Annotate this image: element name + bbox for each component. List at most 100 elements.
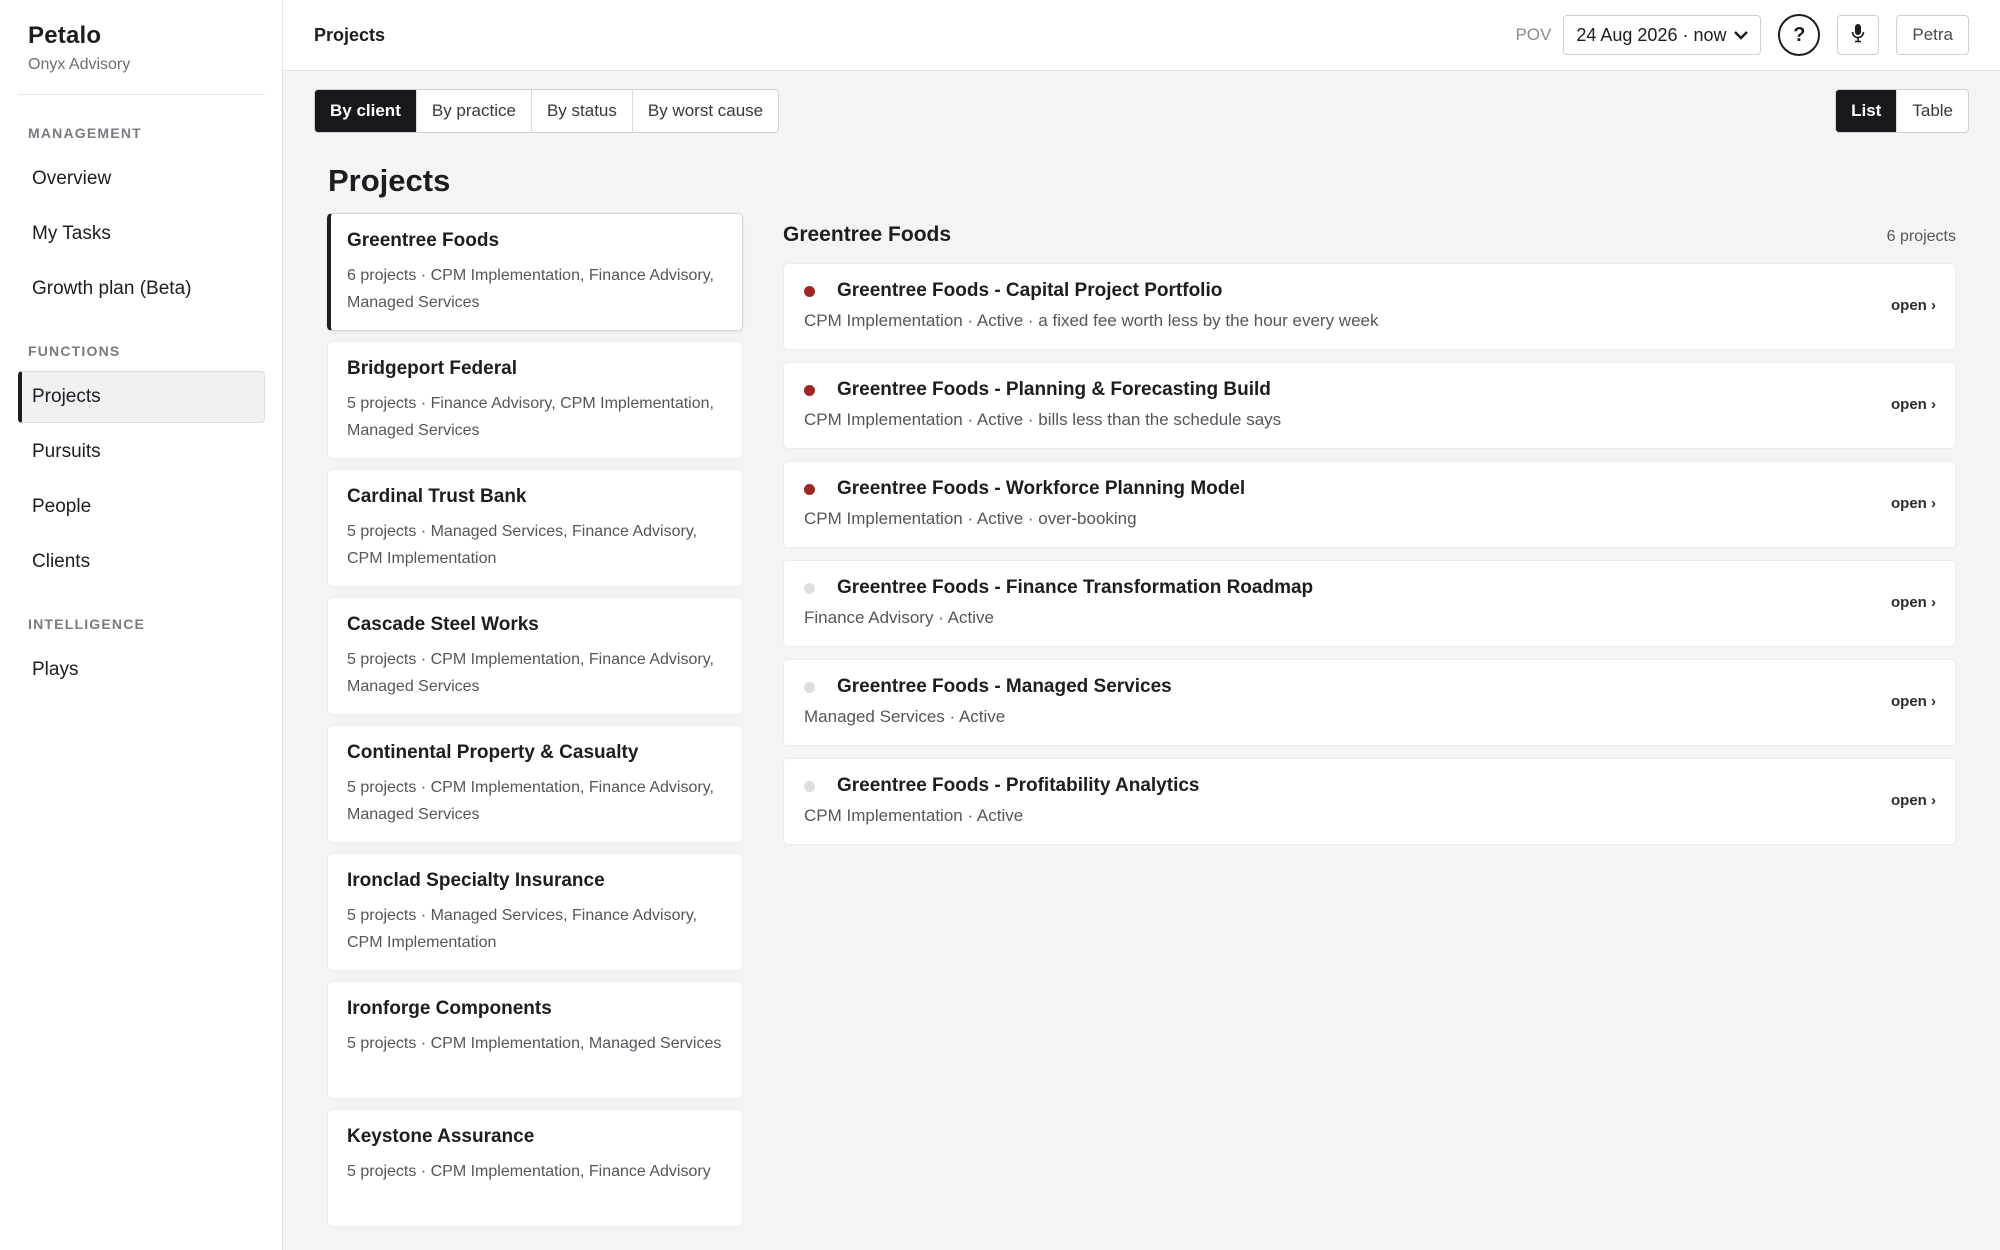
nav-section-title: FUNCTIONS <box>28 343 121 359</box>
project-title-row: Greentree Foods - Capital Project Portfo… <box>804 280 1935 302</box>
tab-by-worst-cause[interactable]: By worst cause <box>631 90 778 132</box>
sidebar-item-projects[interactable]: Projects <box>18 371 265 423</box>
status-dot-icon <box>804 780 815 792</box>
client-meta: 5 projects · Managed Services, Finance A… <box>347 523 698 567</box>
toolbar: By client By practice By status By worst ca… <box>314 89 1969 133</box>
open-link[interactable]: open › <box>1891 693 1936 710</box>
sidebar-nav: MANAGEMENT Overview My Tasks Growth plan (B… <box>18 125 282 696</box>
brand-org: Onyx Advisory <box>28 56 131 73</box>
project-title-row: Greentree Foods - Profitability Analytic… <box>804 775 1935 797</box>
open-link[interactable]: open › <box>1891 594 1936 611</box>
sidebar-item-overview[interactable]: Overview <box>18 153 265 205</box>
client-meta: 5 projects · CPM Implementation, Managed… <box>347 1035 722 1052</box>
client-card[interactable]: Greentree Foods 6 projects · CPM Implemen… <box>327 213 743 331</box>
open-link[interactable]: open › <box>1891 495 1936 512</box>
tab-by-practice[interactable]: By practice <box>415 90 531 132</box>
page-breadcrumb: Projects <box>314 24 386 45</box>
view-tab-list[interactable]: List <box>1836 90 1897 132</box>
project-name: Greentree Foods - Planning & Forecasting… <box>837 379 1271 400</box>
client-meta: 5 projects · CPM Implementation, Finance… <box>347 651 714 695</box>
tab-by-status[interactable]: By status <box>530 90 632 132</box>
project-title-row: Greentree Foods - Managed Services <box>804 676 1935 698</box>
status-dot-icon <box>804 285 815 297</box>
client-name: Greentree Foods <box>347 230 500 251</box>
client-meta: 5 projects · CPM Implementation, Finance… <box>347 1163 711 1180</box>
client-name: Continental Property & Casualty <box>347 742 639 763</box>
project-meta: Managed Services · Active <box>804 707 1006 726</box>
topbar-controls: POV 24 Aug 2026 · now ? Petra <box>1515 14 1969 56</box>
project-row[interactable]: Greentree Foods - Capital Project Portfo… <box>783 263 1956 350</box>
project-row[interactable]: Greentree Foods - Managed Services Manage… <box>783 659 1956 746</box>
pov-label: POV <box>1515 25 1552 44</box>
app-shell: Petalo Onyx Advisory MANAGEMENT Overview M… <box>0 0 2000 1250</box>
nav-section-title: MANAGEMENT <box>28 125 142 141</box>
client-name: Cascade Steel Works <box>347 614 539 635</box>
client-card[interactable]: Continental Property & Casualty 5 project… <box>327 725 743 843</box>
project-meta: Finance Advisory · Active <box>804 608 994 627</box>
detail-title: Greentree Foods <box>783 223 952 246</box>
project-list: Greentree Foods - Capital Project Portfo… <box>783 263 1956 845</box>
user-menu-button[interactable]: Petra <box>1896 15 1969 55</box>
project-row[interactable]: Greentree Foods - Profitability Analytic… <box>783 758 1956 845</box>
main-area: Projects POV 24 Aug 2026 · now ? Petra B… <box>283 0 2000 1250</box>
status-dot-icon <box>804 483 815 495</box>
client-meta: 5 projects · CPM Implementation, Finance… <box>347 779 714 823</box>
sidebar-item-my-tasks[interactable]: My Tasks <box>18 208 265 260</box>
group-by-tabs: By client By practice By status By worst ca… <box>314 89 780 133</box>
open-link[interactable]: open › <box>1891 297 1936 314</box>
open-link[interactable]: open › <box>1891 792 1936 809</box>
sidebar-item-pursuits[interactable]: Pursuits <box>18 426 265 478</box>
client-detail: Greentree Foods 6 projects Greentree Foo… <box>783 213 1956 1237</box>
project-name: Greentree Foods - Capital Project Portfo… <box>837 280 1223 301</box>
client-card[interactable]: Cascade Steel Works 5 projects · CPM Impl… <box>327 597 743 715</box>
project-title-row: Greentree Foods - Workforce Planning Mod… <box>804 478 1935 500</box>
project-title-row: Greentree Foods - Finance Transformation… <box>804 577 1935 599</box>
project-count: 6 projects <box>1886 228 1956 245</box>
client-name: Keystone Assurance <box>347 1126 535 1147</box>
client-name: Ironclad Specialty Insurance <box>347 870 605 891</box>
page-title: Projects <box>328 163 451 198</box>
pov-value: 24 Aug 2026 · now <box>1576 24 1727 45</box>
sidebar-item-growth-plan-beta[interactable]: Growth plan (Beta) <box>18 263 265 315</box>
sidebar-item-people[interactable]: People <box>18 481 265 533</box>
sidebar: Petalo Onyx Advisory MANAGEMENT Overview M… <box>0 0 283 1250</box>
client-name: Cardinal Trust Bank <box>347 486 527 507</box>
client-card[interactable]: Bridgeport Federal 5 projects · Finance A… <box>327 341 743 459</box>
brand: Petalo Onyx Advisory <box>18 0 265 95</box>
status-dot-icon <box>804 582 815 594</box>
project-meta: CPM Implementation · Active · a fixed fe… <box>804 311 1379 330</box>
projects-columns: Greentree Foods 6 projects · CPM Implemen… <box>314 213 1969 1237</box>
client-meta: 6 projects · CPM Implementation, Finance… <box>347 267 714 311</box>
status-dot-icon <box>804 384 815 396</box>
microphone-button[interactable] <box>1837 15 1880 55</box>
detail-header: Greentree Foods 6 projects <box>783 213 1956 263</box>
project-row[interactable]: Greentree Foods - Finance Transformation… <box>783 560 1956 647</box>
project-name: Greentree Foods - Finance Transformation… <box>837 577 1314 598</box>
project-name: Greentree Foods - Workforce Planning Mod… <box>837 478 1246 499</box>
client-card[interactable]: Keystone Assurance 5 projects · CPM Imple… <box>327 1109 743 1227</box>
content: By client By practice By status By worst ca… <box>283 71 2000 1250</box>
sidebar-item-plays[interactable]: Plays <box>18 644 265 696</box>
project-name: Greentree Foods - Profitability Analytic… <box>837 775 1200 796</box>
client-card[interactable]: Ironforge Components 5 projects · CPM Imp… <box>327 981 743 1099</box>
client-card[interactable]: Ironclad Specialty Insurance 5 projects ·… <box>327 853 743 971</box>
tab-by-client[interactable]: By client <box>315 90 416 132</box>
client-meta: 5 projects · Finance Advisory, CPM Imple… <box>347 395 714 439</box>
client-name: Ironforge Components <box>347 998 552 1019</box>
project-row[interactable]: Greentree Foods - Workforce Planning Mod… <box>783 461 1956 548</box>
sidebar-item-clients[interactable]: Clients <box>18 536 265 588</box>
project-name: Greentree Foods - Managed Services <box>837 676 1172 697</box>
chevron-down-icon <box>1734 27 1749 43</box>
help-button[interactable]: ? <box>1778 14 1821 56</box>
open-link[interactable]: open › <box>1891 396 1936 413</box>
client-name: Bridgeport Federal <box>347 358 517 379</box>
nav-section-title: INTELLIGENCE <box>28 616 146 632</box>
question-icon: ? <box>1793 23 1806 46</box>
project-row[interactable]: Greentree Foods - Planning & Forecasting… <box>783 362 1956 449</box>
view-tab-table[interactable]: Table <box>1896 90 1968 132</box>
client-card[interactable]: Cardinal Trust Bank 5 projects · Managed … <box>327 469 743 587</box>
view-mode-tabs: List Table <box>1835 89 1969 133</box>
project-title-row: Greentree Foods - Planning & Forecasting… <box>804 379 1935 401</box>
project-meta: CPM Implementation · Active · bills less… <box>804 410 1282 429</box>
pov-select[interactable]: 24 Aug 2026 · now <box>1563 15 1762 55</box>
